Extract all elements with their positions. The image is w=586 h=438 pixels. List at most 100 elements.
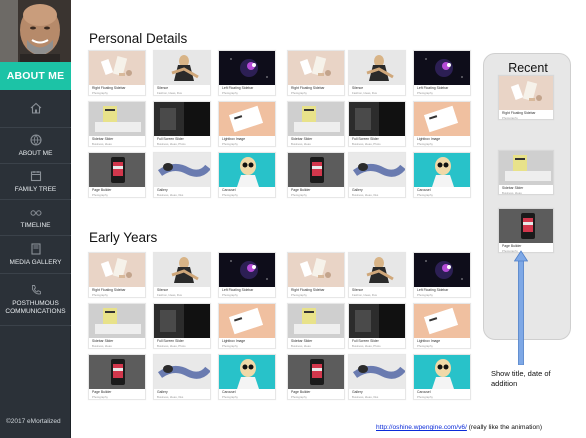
gallery-card[interactable]: Page Builder Photography (88, 152, 146, 198)
active-tab-about-me[interactable]: ABOUT ME (0, 62, 71, 90)
gallery-card[interactable]: Silence Fashion, Ideas, Illus (348, 50, 406, 96)
gallery-card[interactable]: Carousel Photography (413, 152, 471, 198)
sidebar-item-family-tree[interactable]: FAMILY TREE (0, 164, 71, 200)
card-title: Sidebar Slider (502, 186, 524, 190)
card-subtitle: Photography (222, 292, 238, 297)
gallery-card[interactable]: Page Builder Photography (287, 354, 345, 400)
gallery-card[interactable]: Sidebar Slider Business, Ideas (88, 101, 146, 147)
gallery-card[interactable]: Right Floating Sidebar Photography (498, 75, 554, 120)
gallery-card[interactable]: Sidebar Slider Business, Ideas (88, 303, 146, 349)
card-title: Carousel (417, 188, 431, 192)
card-subtitle: Business, Ideas, Illus (352, 394, 379, 399)
card-subtitle: Business, Ideas, Illus (352, 192, 379, 197)
card-subtitle: Business, Ideas (502, 190, 522, 195)
avatar[interactable] (0, 0, 71, 62)
card-grid-early-years: Right Floating Sidebar Photography Silence… (88, 252, 471, 400)
gallery-card[interactable]: Carousel Photography (413, 354, 471, 400)
card-subtitle: Photography (417, 90, 433, 95)
sidebar-item-about-me[interactable]: ABOUT ME (0, 128, 71, 164)
card-thumbnail (89, 153, 145, 187)
gallery-card[interactable]: Lightbox Image Photography (218, 303, 276, 349)
sidebar-item-media-gallery[interactable]: MEDIA GALLERY (0, 236, 71, 274)
card-thumbnail (349, 153, 405, 187)
card-subtitle: Business, Ideas, Photo (157, 141, 186, 146)
section-title-early-years: Early Years (89, 230, 158, 245)
card-thumbnail (288, 304, 344, 338)
gallery-card[interactable]: Full Screen Slider Business, Ideas, Photo (153, 101, 211, 147)
card-title: Silence (157, 86, 169, 90)
avatar-photo (0, 0, 71, 62)
card-thumbnail (288, 253, 344, 287)
gallery-card[interactable]: Full Screen Slider Business, Ideas, Photo (348, 101, 406, 147)
card-title: Sidebar Slider (92, 339, 114, 343)
gallery-card[interactable]: Right Floating Sidebar Photography (287, 252, 345, 298)
card-thumbnail (349, 102, 405, 136)
card-subtitle: Photography (417, 343, 433, 348)
card-title: Right Floating Sidebar (92, 288, 126, 292)
card-title: Silence (352, 288, 364, 292)
gallery-card[interactable]: Left Floating Sidebar Photography (413, 50, 471, 96)
gallery-card[interactable]: Lightbox Image Photography (413, 303, 471, 349)
card-subtitle: Photography (222, 90, 238, 95)
card-thumbnail (154, 102, 210, 136)
card-subtitle: Photography (92, 292, 108, 297)
gallery-card[interactable]: Full Screen Slider Business, Ideas, Photo (153, 303, 211, 349)
gallery-card[interactable]: Lightbox Image Photography (218, 101, 276, 147)
card-subtitle: Photography (291, 192, 307, 197)
card-title: Gallery (352, 390, 363, 394)
card-thumbnail (288, 102, 344, 136)
card-title: Sidebar Slider (291, 339, 313, 343)
sidebar-item-posthumous-communications[interactable]: POSTHUMOUS COMMUNICATIONS (0, 274, 71, 326)
card-title: Full Screen Slider (352, 339, 379, 343)
recent-title-line1: Recent (508, 61, 548, 75)
card-thumbnail (154, 253, 210, 287)
card-subtitle: Business, Ideas, Photo (157, 343, 186, 348)
card-title: Page Builder (92, 390, 112, 394)
card-title: Silence (157, 288, 169, 292)
card-title: Full Screen Slider (157, 137, 184, 141)
card-title: Sidebar Slider (291, 137, 313, 141)
gallery-card[interactable]: Gallery Business, Ideas, Illus (348, 152, 406, 198)
card-title: Sidebar Slider (92, 137, 114, 141)
gallery-card[interactable]: Right Floating Sidebar Photography (287, 50, 345, 96)
gallery-card[interactable]: Silence Fashion, Ideas, Illus (153, 252, 211, 298)
card-subtitle: Business, Ideas, Photo (352, 141, 381, 146)
gallery-card[interactable]: Gallery Business, Ideas, Illus (153, 354, 211, 400)
gallery-card[interactable]: Left Floating Sidebar Photography (413, 252, 471, 298)
gallery-card[interactable]: Silence Fashion, Ideas, Illus (348, 252, 406, 298)
sidebar-item-home[interactable] (0, 92, 71, 128)
gallery-card[interactable]: Page Builder Photography (287, 152, 345, 198)
gallery-card[interactable]: Page Builder Photography (88, 354, 146, 400)
gallery-card[interactable]: Gallery Business, Ideas, Illus (153, 152, 211, 198)
gallery-card[interactable]: Left Floating Sidebar Photography (218, 252, 276, 298)
card-subtitle: Photography (291, 90, 307, 95)
card-thumbnail (288, 51, 344, 85)
gallery-card[interactable]: Page Builder Photography (498, 208, 554, 253)
sidebar-item-label: MEDIA GALLERY (9, 258, 62, 266)
gallery-card[interactable]: Silence Fashion, Ideas, Illus (153, 50, 211, 96)
card-subtitle: Photography (92, 394, 108, 399)
gallery-card[interactable]: Lightbox Image Photography (413, 101, 471, 147)
card-thumbnail (499, 151, 553, 185)
card-thumbnail (219, 304, 275, 338)
gallery-card[interactable]: Sidebar Slider Business, Ideas (287, 101, 345, 147)
book-icon (30, 242, 42, 255)
gallery-card[interactable]: Gallery Business, Ideas, Illus (348, 354, 406, 400)
gallery-card[interactable]: Full Screen Slider Business, Ideas, Photo (348, 303, 406, 349)
gallery-card[interactable]: Carousel Photography (218, 354, 276, 400)
gallery-card[interactable]: Sidebar Slider Business, Ideas (287, 303, 345, 349)
reference-link[interactable]: http://oshine.wpengine.com/v6/ (376, 424, 467, 431)
sidebar-item-timeline[interactable]: TIMELINE (0, 200, 71, 236)
card-title: Left Floating Sidebar (222, 86, 254, 90)
gallery-card[interactable]: Sidebar Slider Business, Ideas (498, 150, 554, 195)
gallery-card[interactable]: Right Floating Sidebar Photography (88, 252, 146, 298)
gallery-card[interactable]: Right Floating Sidebar Photography (88, 50, 146, 96)
card-title: Lightbox Image (417, 339, 441, 343)
card-subtitle: Photography (417, 192, 433, 197)
card-thumbnail (414, 102, 470, 136)
card-subtitle: Photography (502, 115, 518, 120)
card-thumbnail (89, 253, 145, 287)
sidebar: ABOUT ME ABOUT ME FAMILY TREE TIMELINE M… (0, 0, 71, 438)
gallery-card[interactable]: Carousel Photography (218, 152, 276, 198)
gallery-card[interactable]: Left Floating Sidebar Photography (218, 50, 276, 96)
